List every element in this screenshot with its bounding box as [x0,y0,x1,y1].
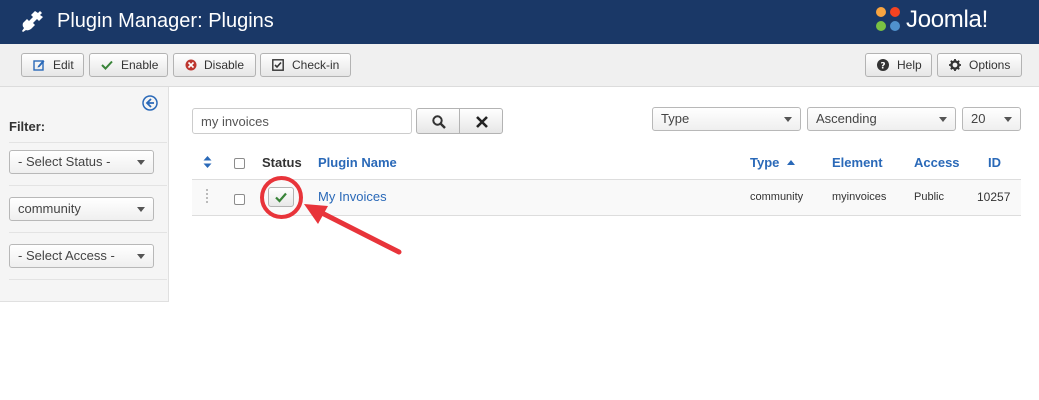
checkin-icon [272,59,284,71]
search-input[interactable] [192,108,412,134]
column-status: Status [262,155,302,170]
column-plugin-name[interactable]: Plugin Name [318,155,397,170]
help-icon: ? [877,59,889,71]
highlight-circle [260,176,303,219]
row-checkbox[interactable] [234,194,245,205]
column-element[interactable]: Element [832,155,883,170]
column-type[interactable]: Type [750,155,796,170]
divider [9,232,167,233]
checkin-button[interactable]: Check-in [260,53,351,77]
limit-select[interactable]: 20 [962,107,1021,131]
close-icon [476,116,488,128]
chevron-down-icon [137,207,145,212]
plug-icon [22,11,43,32]
filter-label: Filter: [9,119,46,134]
disable-icon [185,59,197,71]
collapse-sidebar-icon[interactable] [142,95,158,111]
toolbar: Edit Enable Disable Check-in ? Help Opti… [0,44,1039,87]
chevron-down-icon [939,117,947,122]
edit-button[interactable]: Edit [21,53,84,77]
divider [9,142,167,143]
order-by-select[interactable]: Type [652,107,801,131]
chevron-down-icon [137,160,145,165]
filter-sidebar: Filter: - Select Status - community - Se… [0,87,169,302]
column-id[interactable]: ID [988,155,1001,170]
chevron-down-icon [137,254,145,259]
edit-icon [33,60,45,71]
plugin-element: myinvoices [832,191,887,203]
direction-select[interactable]: Ascending [807,107,956,131]
plugin-type: community [750,191,804,203]
joomla-logo-icon [876,7,900,31]
plugin-access: Public [914,191,944,203]
sort-ordering-icon[interactable] [203,156,212,168]
divider [9,185,167,186]
plugin-id: 10257 [977,190,1011,204]
status-filter-select[interactable]: - Select Status - [9,150,154,174]
gear-icon [949,59,961,71]
options-button[interactable]: Options [937,53,1022,77]
drag-handle-icon[interactable] [205,189,209,203]
sort-ascending-icon [787,160,796,165]
svg-text:?: ? [880,62,885,72]
annotation-arrow-icon [304,204,402,255]
page-title: Plugin Manager: Plugins [57,10,274,32]
chevron-down-icon [1004,117,1012,122]
check-icon [101,60,113,70]
search-icon [432,115,446,129]
type-filter-select[interactable]: community [9,197,154,221]
joomla-logo-text: Joomla! [906,6,988,33]
chevron-down-icon [784,117,792,122]
page-header: Plugin Manager: Plugins Joomla! [0,0,1039,44]
clear-search-button[interactable] [459,108,503,134]
divider [9,279,167,280]
enable-button[interactable]: Enable [89,53,168,77]
help-button[interactable]: ? Help [865,53,932,77]
access-filter-select[interactable]: - Select Access - [9,244,154,268]
select-all-checkbox[interactable] [234,158,245,169]
disable-button[interactable]: Disable [173,53,256,77]
column-access[interactable]: Access [914,155,960,170]
search-button[interactable] [416,108,460,134]
